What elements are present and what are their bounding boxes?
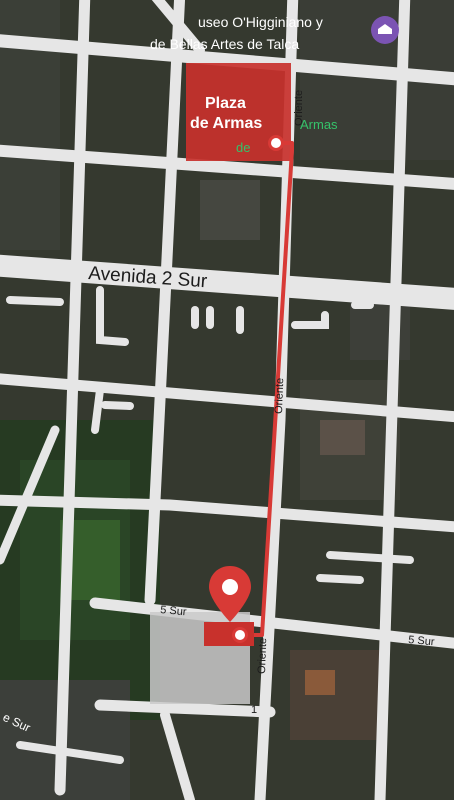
plaza-label-line2: de Armas bbox=[190, 115, 262, 132]
destination-dot[interactable] bbox=[232, 627, 248, 643]
plaza-green-label-line2: de bbox=[236, 140, 250, 155]
street-label-5-sur-left: 5 Sur bbox=[160, 604, 188, 618]
street-label-oriente-bottom: Oriente bbox=[256, 638, 269, 674]
street-label-oriente-number: 1 bbox=[251, 704, 257, 716]
plaza-label-line1: Plaza bbox=[205, 95, 246, 112]
street-label-oriente-top: Oriente bbox=[293, 90, 305, 126]
map-view[interactable]: useo O'Higginiano y de Bellas Artes de T… bbox=[0, 0, 454, 800]
museum-label-line1: useo O'Higginiano y bbox=[198, 14, 323, 30]
plaza-green-label-line1: Armas bbox=[300, 117, 338, 132]
origin-marker[interactable] bbox=[268, 135, 284, 151]
museum-label-line2: de Bellas Artes de Talca bbox=[150, 36, 299, 52]
street-label-oriente-middle: Oriente bbox=[273, 378, 286, 414]
museum-poi[interactable] bbox=[371, 16, 399, 44]
street-label-5-sur-right: 5 Sur bbox=[408, 634, 436, 648]
